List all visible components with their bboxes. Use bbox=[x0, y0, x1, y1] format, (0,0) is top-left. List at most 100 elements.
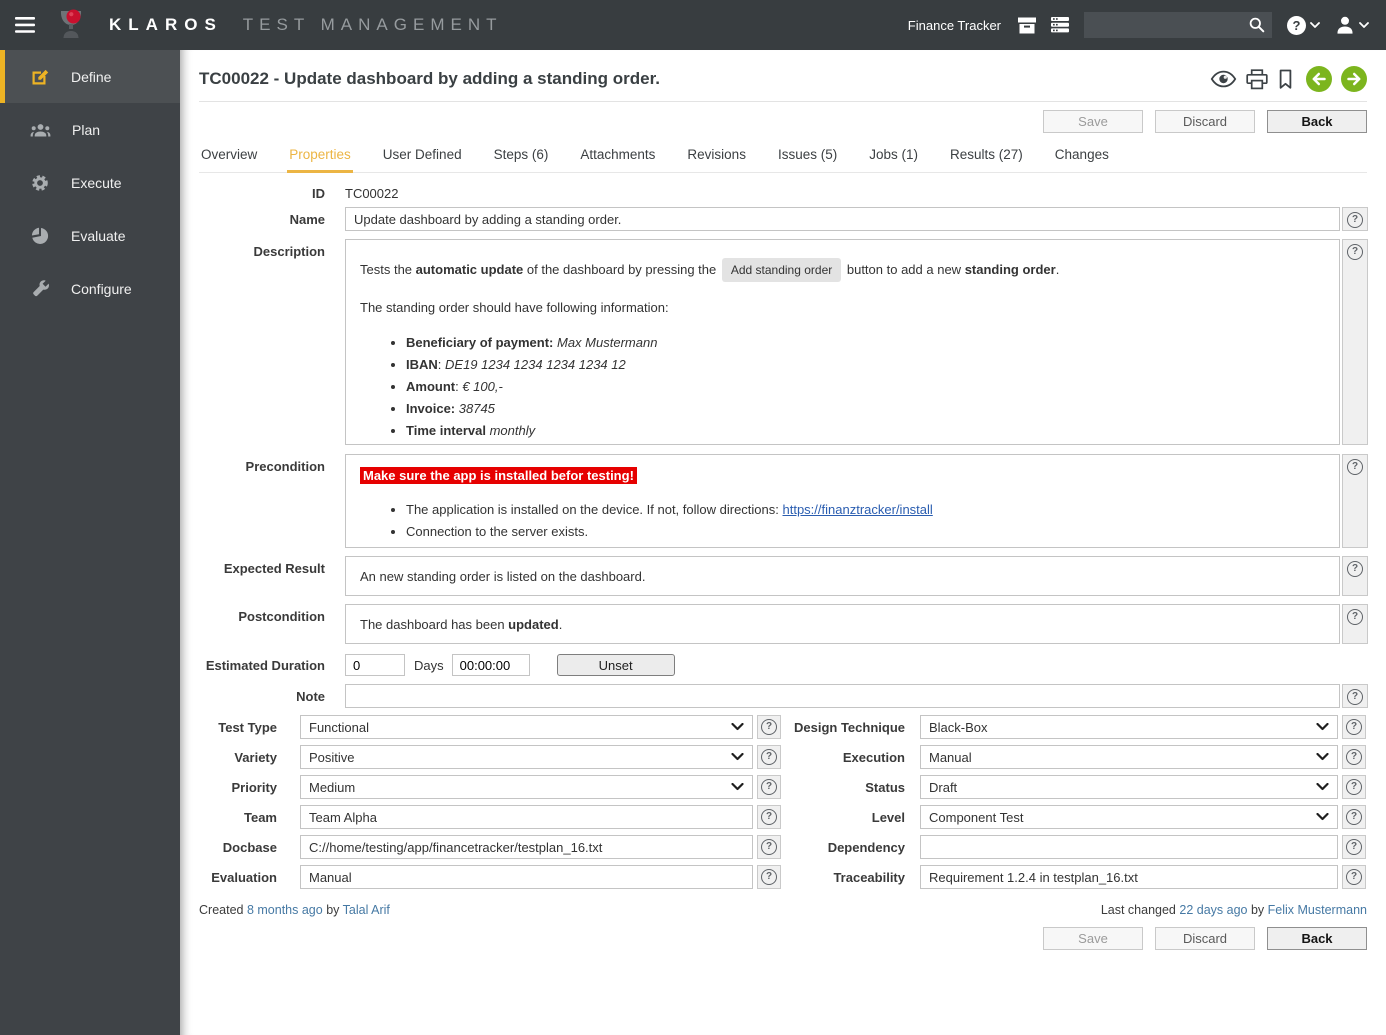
test-type-select[interactable]: Functional bbox=[300, 715, 753, 739]
question-icon: ? bbox=[1346, 719, 1362, 735]
save-button[interactable]: Save bbox=[1043, 927, 1143, 950]
execution-select[interactable]: Manual bbox=[920, 745, 1338, 769]
expected-result-editor[interactable]: An new standing order is listed on the d… bbox=[345, 556, 1340, 596]
created-time-link[interactable]: 8 months ago bbox=[247, 903, 323, 917]
chevron-down-icon bbox=[731, 783, 744, 791]
tab-properties[interactable]: Properties bbox=[287, 147, 353, 173]
tab-user-defined[interactable]: User Defined bbox=[381, 147, 464, 173]
expected-result-help[interactable]: ? bbox=[1342, 556, 1368, 596]
name-input[interactable] bbox=[345, 207, 1340, 231]
level-select[interactable]: Component Test bbox=[920, 805, 1338, 829]
traceability-help[interactable]: ? bbox=[1342, 865, 1366, 889]
form-row: Evaluation Manual ? Traceability Require… bbox=[199, 865, 1367, 889]
bookmark-icon[interactable] bbox=[1277, 69, 1294, 90]
list-item: The application is installed on the devi… bbox=[406, 501, 1325, 519]
question-icon: ? bbox=[1346, 749, 1362, 765]
form-row-id: ID TC00022 bbox=[199, 186, 1367, 201]
changed-user-link[interactable]: Felix Mustermann bbox=[1268, 903, 1367, 917]
changed-time-link[interactable]: 22 days ago bbox=[1179, 903, 1247, 917]
top-actions: Save Discard Back bbox=[199, 110, 1367, 133]
back-button[interactable]: Back bbox=[1267, 927, 1367, 950]
tab-attachments[interactable]: Attachments bbox=[578, 147, 657, 173]
postcondition-editor[interactable]: The dashboard has been updated. bbox=[345, 604, 1340, 644]
tab-overview[interactable]: Overview bbox=[199, 147, 259, 173]
status-help[interactable]: ? bbox=[1342, 775, 1366, 799]
save-button[interactable]: Save bbox=[1043, 110, 1143, 133]
dependency-label: Dependency bbox=[827, 839, 905, 855]
precondition-editor[interactable]: Make sure the app is installed befor tes… bbox=[345, 454, 1340, 548]
design-technique-help[interactable]: ? bbox=[1342, 715, 1366, 739]
next-icon[interactable] bbox=[1341, 66, 1367, 92]
priority-help[interactable]: ? bbox=[757, 775, 781, 799]
unset-button[interactable]: Unset bbox=[556, 654, 675, 676]
priority-select[interactable]: Medium bbox=[300, 775, 753, 799]
tab-issues[interactable]: Issues (5) bbox=[776, 147, 839, 173]
chevron-down-icon bbox=[1316, 813, 1329, 821]
previous-icon[interactable] bbox=[1306, 66, 1332, 92]
test-type-help[interactable]: ? bbox=[757, 715, 781, 739]
test-suites-icon[interactable] bbox=[1051, 17, 1069, 33]
precondition-help[interactable]: ? bbox=[1342, 454, 1368, 548]
docbase-input[interactable]: C://home/testing/app/financetracker/test… bbox=[300, 835, 753, 859]
search-input[interactable] bbox=[1093, 16, 1249, 34]
status-select[interactable]: Draft bbox=[920, 775, 1338, 799]
discard-button[interactable]: Discard bbox=[1155, 927, 1255, 950]
chevron-down-icon bbox=[1316, 753, 1329, 761]
created-user-link[interactable]: Talal Arif bbox=[343, 903, 390, 917]
evaluation-input[interactable]: Manual bbox=[300, 865, 753, 889]
back-button[interactable]: Back bbox=[1267, 110, 1367, 133]
evaluation-help[interactable]: ? bbox=[757, 865, 781, 889]
team-input[interactable]: Team Alpha bbox=[300, 805, 753, 829]
duration-days-input[interactable] bbox=[345, 654, 405, 676]
note-input[interactable] bbox=[345, 684, 1340, 708]
install-link[interactable]: https://finanztracker/install bbox=[783, 502, 933, 517]
question-icon: ? bbox=[1346, 779, 1362, 795]
tab-bar: Overview Properties User Defined Steps (… bbox=[199, 147, 1367, 173]
variety-select[interactable]: Positive bbox=[300, 745, 753, 769]
description-editor[interactable]: Tests the automatic update of the dashbo… bbox=[345, 239, 1340, 445]
traceability-input[interactable]: Requirement 1.2.4 in testplan_16.txt bbox=[920, 865, 1338, 889]
dependency-input[interactable] bbox=[920, 835, 1338, 859]
sidebar-item-define[interactable]: Define bbox=[0, 50, 180, 103]
duration-time-input[interactable] bbox=[451, 654, 530, 676]
note-help[interactable]: ? bbox=[1342, 684, 1368, 708]
sidebar-item-plan[interactable]: Plan bbox=[0, 103, 180, 156]
discard-button[interactable]: Discard bbox=[1155, 110, 1255, 133]
print-icon[interactable] bbox=[1246, 68, 1268, 90]
dependency-help[interactable]: ? bbox=[1342, 835, 1366, 859]
archive-icon[interactable] bbox=[1018, 17, 1036, 34]
tab-jobs[interactable]: Jobs (1) bbox=[867, 147, 920, 173]
tab-changes[interactable]: Changes bbox=[1053, 147, 1111, 173]
design-technique-select[interactable]: Black-Box bbox=[920, 715, 1338, 739]
properties-form: ID TC00022 Name ? Description Tests the … bbox=[199, 186, 1368, 950]
page-header-icons bbox=[1210, 66, 1367, 92]
execution-help[interactable]: ? bbox=[1342, 745, 1366, 769]
level-help[interactable]: ? bbox=[1342, 805, 1366, 829]
tab-steps[interactable]: Steps (6) bbox=[492, 147, 551, 173]
traceability-label: Traceability bbox=[833, 869, 905, 885]
tab-revisions[interactable]: Revisions bbox=[685, 147, 748, 173]
help-menu[interactable]: ? bbox=[1287, 15, 1320, 35]
tab-results[interactable]: Results (27) bbox=[948, 147, 1025, 173]
sidebar-item-execute[interactable]: Execute bbox=[0, 156, 180, 209]
variety-help[interactable]: ? bbox=[757, 745, 781, 769]
sidebar-item-evaluate[interactable]: Evaluate bbox=[0, 209, 180, 262]
help-icon[interactable]: ? bbox=[1287, 15, 1306, 35]
search-icon[interactable] bbox=[1249, 17, 1265, 33]
header-divider bbox=[199, 101, 1367, 102]
team-help[interactable]: ? bbox=[757, 805, 781, 829]
user-menu[interactable] bbox=[1335, 15, 1369, 35]
docbase-help[interactable]: ? bbox=[757, 835, 781, 859]
menu-icon[interactable] bbox=[15, 17, 35, 33]
preview-eye-icon[interactable] bbox=[1210, 70, 1237, 88]
sidebar-item-configure[interactable]: Configure bbox=[0, 262, 180, 315]
evaluation-label: Evaluation bbox=[211, 869, 277, 885]
name-help[interactable]: ? bbox=[1342, 207, 1368, 231]
level-label: Level bbox=[871, 809, 905, 825]
description-help[interactable]: ? bbox=[1342, 239, 1368, 445]
record-meta: Created 8 months ago by Talal Arif Last … bbox=[199, 903, 1367, 917]
form-row-expected-result: Expected Result An new standing order is… bbox=[199, 556, 1368, 596]
postcondition-help[interactable]: ? bbox=[1342, 604, 1368, 644]
form-row: Docbase C://home/testing/app/financetrac… bbox=[199, 835, 1367, 859]
note-label: Note bbox=[296, 689, 325, 704]
